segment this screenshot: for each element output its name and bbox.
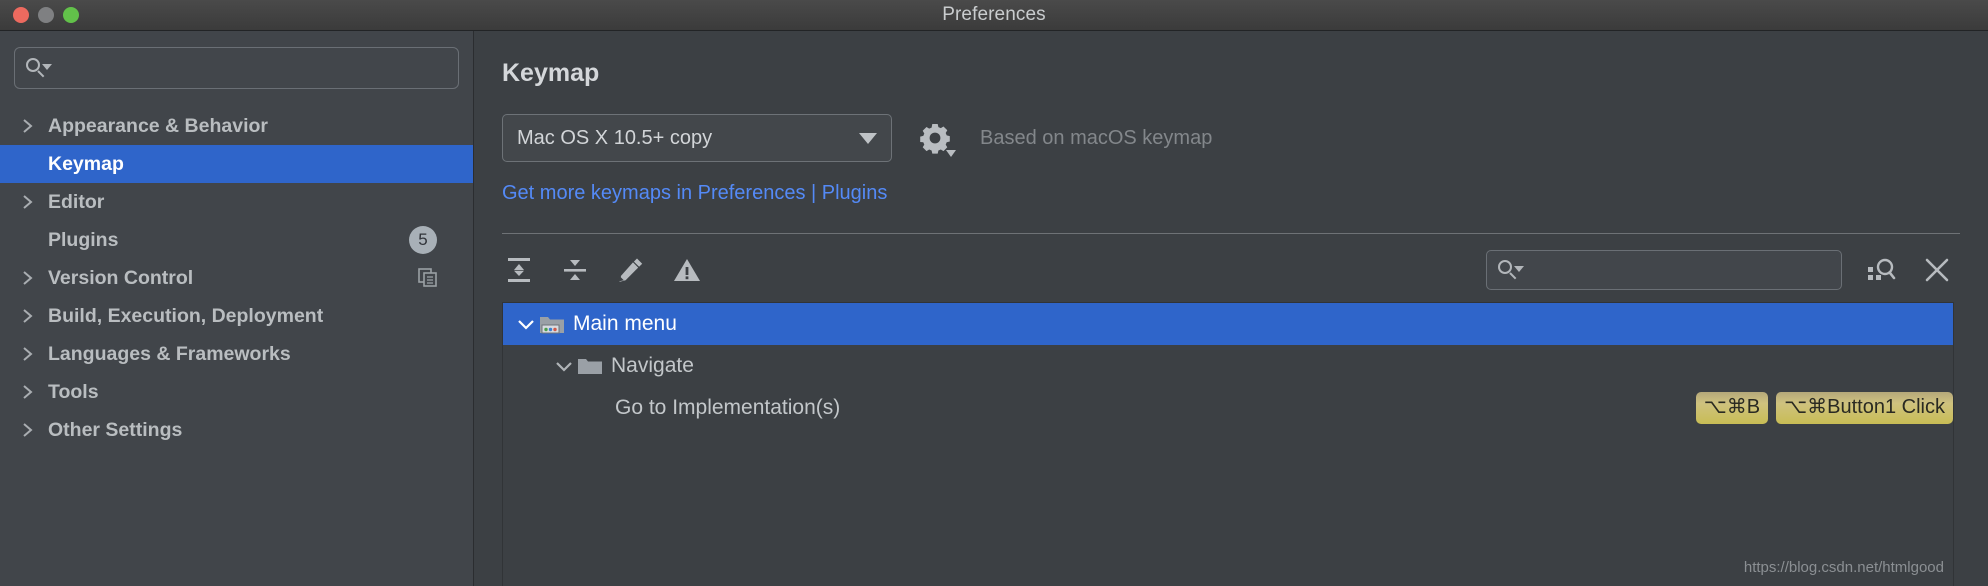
search-icon — [1497, 259, 1524, 281]
sidebar-item-tools[interactable]: Tools — [0, 373, 473, 411]
sidebar-item-appearance-behavior[interactable]: Appearance & Behavior — [0, 107, 473, 145]
chevron-down-icon[interactable] — [513, 318, 539, 330]
expand-all-icon — [508, 258, 530, 282]
minimize-window-button[interactable] — [38, 7, 54, 23]
collapse-all-button[interactable] — [558, 253, 592, 287]
tree-row[interactable]: Go to Implementation(s) ⌥⌘B ⌥⌘Button1 Cl… — [503, 387, 1953, 429]
settings-nav-list: Appearance & Behavior Keymap Editor Plug… — [0, 107, 473, 449]
tree-row[interactable]: Navigate — [503, 345, 1953, 387]
window-body: Appearance & Behavior Keymap Editor Plug… — [0, 31, 1988, 586]
keymap-select[interactable]: Mac OS X 10.5+ copy — [502, 114, 892, 162]
collapse-all-icon — [564, 260, 586, 280]
tree-row-label: Navigate — [611, 354, 694, 377]
window-title: Preferences — [942, 4, 1046, 25]
sidebar-item-editor[interactable]: Editor — [0, 183, 473, 221]
warning-triangle-icon — [674, 259, 700, 281]
chevron-down-icon — [859, 132, 877, 144]
copy-icon — [417, 267, 439, 289]
keymap-tree-toolbar — [474, 234, 1988, 302]
sidebar-item-version-control[interactable]: Version Control — [0, 259, 473, 297]
sidebar-item-label: Other Settings — [48, 418, 183, 441]
gear-dropdown-caret-icon — [946, 150, 956, 157]
page-title: Keymap — [502, 59, 600, 87]
keyboard-search-icon — [1868, 258, 1896, 280]
preferences-window: Preferences Appearance & Behavior Keymap… — [0, 0, 1988, 586]
keymap-search-box[interactable] — [1486, 250, 1842, 290]
show-conflicts-button[interactable] — [670, 253, 704, 287]
plugins-link-row: Get more keymaps in Preferences | Plugin… — [474, 162, 1988, 205]
sidebar-item-label: Appearance & Behavior — [48, 114, 268, 137]
edit-shortcut-button[interactable] — [614, 253, 648, 287]
keymap-tree[interactable]: Main menu Navigate Go to Implementation(… — [502, 302, 1954, 586]
keymap-settings-panel: Keymap Mac OS X 10.5+ copy Based on macO… — [474, 31, 1988, 586]
sidebar-item-label: Plugins — [48, 228, 119, 251]
keymap-settings-gear-button[interactable] — [918, 121, 956, 157]
chevron-down-icon[interactable] — [551, 360, 577, 372]
main-menu-icon — [539, 313, 565, 335]
chevron-right-icon — [22, 269, 42, 287]
chevron-right-icon — [22, 193, 42, 211]
sidebar-search-input[interactable] — [47, 58, 448, 78]
sidebar-item-label: Languages & Frameworks — [48, 342, 291, 365]
sidebar-item-other-settings[interactable]: Other Settings — [0, 411, 473, 449]
folder-icon — [577, 356, 603, 376]
sidebar-item-label: Version Control — [48, 266, 194, 289]
sidebar-item-languages-frameworks[interactable]: Languages & Frameworks — [0, 335, 473, 373]
sidebar-item-build-execution-deployment[interactable]: Build, Execution, Deployment — [0, 297, 473, 335]
tree-row[interactable]: Main menu — [503, 303, 1953, 345]
plugins-count-badge: 5 — [409, 226, 437, 254]
sidebar-item-label: Tools — [48, 380, 99, 403]
title-bar: Preferences — [0, 0, 1988, 31]
sidebar-item-label: Build, Execution, Deployment — [48, 304, 324, 327]
pencil-icon — [619, 258, 643, 282]
close-icon — [1925, 258, 1949, 282]
settings-sidebar: Appearance & Behavior Keymap Editor Plug… — [0, 31, 474, 586]
shortcut-badge[interactable]: ⌥⌘B — [1695, 392, 1769, 424]
shortcut-badges: ⌥⌘B ⌥⌘Button1 Click — [1695, 392, 1953, 424]
window-controls — [0, 7, 79, 23]
sidebar-search-box[interactable] — [14, 47, 459, 89]
search-icon — [25, 57, 52, 79]
sidebar-item-plugins[interactable]: Plugins 5 — [0, 221, 473, 259]
clear-search-button[interactable] — [1920, 253, 1954, 287]
keymap-select-value: Mac OS X 10.5+ copy — [517, 126, 713, 149]
chevron-right-icon — [22, 345, 42, 363]
sidebar-search-container — [0, 31, 473, 89]
chevron-right-icon — [22, 421, 42, 439]
based-on-label: Based on macOS keymap — [980, 126, 1213, 149]
chevron-right-icon — [22, 383, 42, 401]
tree-toolbar-left-icons — [502, 253, 704, 287]
chevron-right-icon — [22, 307, 42, 325]
sidebar-item-label: Keymap — [48, 152, 124, 175]
maximize-window-button[interactable] — [63, 7, 79, 23]
get-more-keymaps-link[interactable]: Get more keymaps in Preferences | Plugin… — [502, 182, 887, 205]
sidebar-item-keymap[interactable]: Keymap — [0, 145, 473, 183]
keymap-search-input[interactable] — [1519, 260, 1831, 280]
keymap-selector-row: Mac OS X 10.5+ copy Based on macOS keyma… — [474, 88, 1988, 162]
find-by-shortcut-button[interactable] — [1864, 253, 1898, 287]
shortcut-badge[interactable]: ⌥⌘Button1 Click — [1776, 392, 1953, 424]
close-window-button[interactable] — [13, 7, 29, 23]
tree-row-label: Main menu — [573, 312, 677, 335]
tree-row-label: Go to Implementation(s) — [615, 396, 841, 419]
expand-all-button[interactable] — [502, 253, 536, 287]
chevron-right-icon — [22, 117, 42, 135]
sidebar-item-label: Editor — [48, 190, 105, 213]
